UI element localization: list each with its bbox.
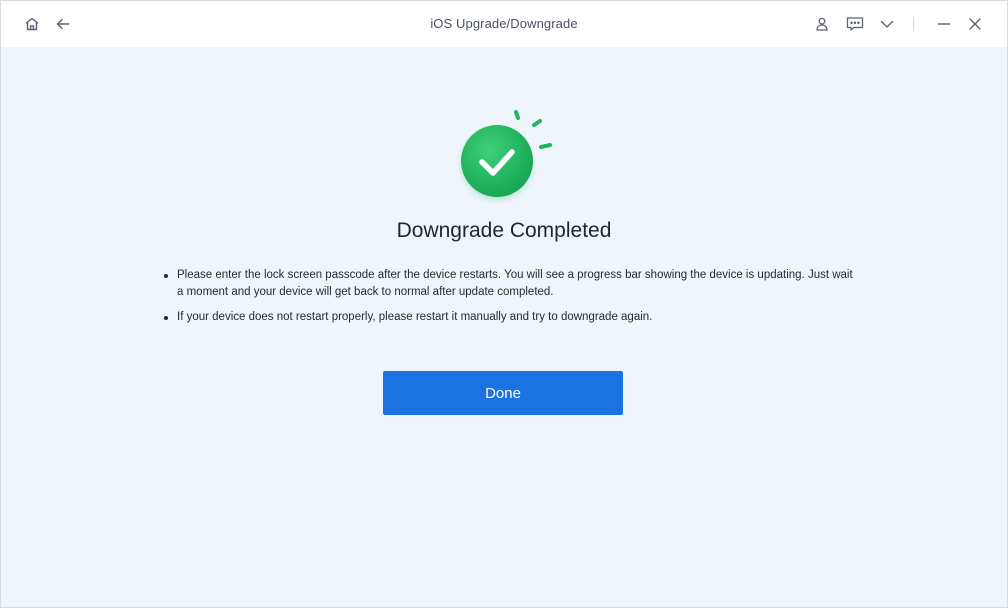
- instruction-item: Please enter the lock screen passcode af…: [163, 267, 853, 301]
- instruction-list: Please enter the lock screen passcode af…: [163, 267, 853, 334]
- status-heading: Downgrade Completed: [396, 219, 612, 242]
- close-icon[interactable]: [965, 14, 985, 34]
- user-icon[interactable]: [812, 14, 832, 34]
- minimize-icon[interactable]: [934, 14, 954, 34]
- title-bar: iOS Upgrade/Downgrade: [1, 1, 1007, 47]
- title-bar-divider: [913, 17, 914, 31]
- chevron-down-icon[interactable]: [877, 14, 897, 34]
- app-window: iOS Upgrade/Downgrade Downgrade Complete…: [0, 0, 1008, 608]
- feedback-icon[interactable]: [845, 14, 865, 34]
- done-button[interactable]: Done: [383, 371, 623, 415]
- main-content: Downgrade Completed Please enter the loc…: [1, 47, 1007, 607]
- instruction-item: If your device does not restart properly…: [163, 309, 853, 326]
- success-check-icon: [453, 103, 563, 203]
